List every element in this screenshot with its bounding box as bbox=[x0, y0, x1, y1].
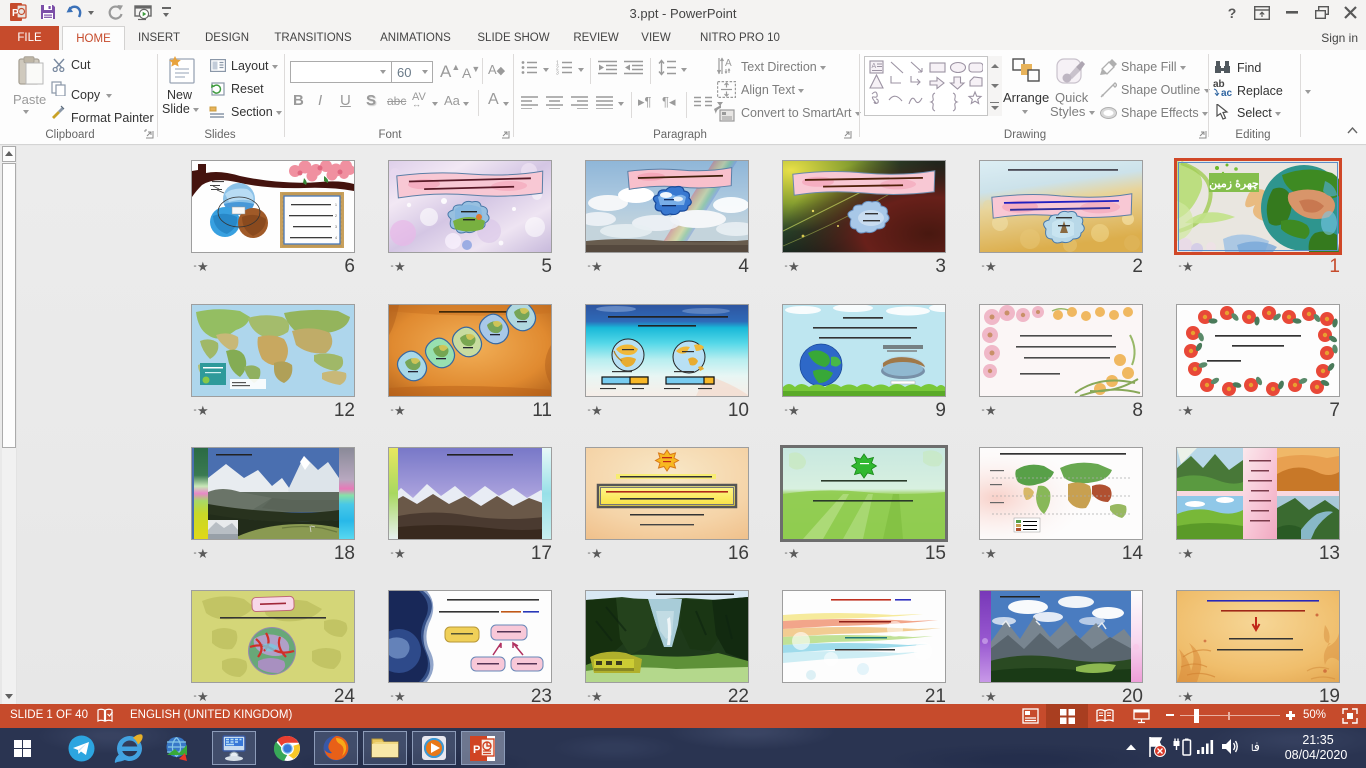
svg-text:3: 3 bbox=[556, 71, 559, 76]
svg-text:A: A bbox=[872, 63, 877, 70]
svg-text:A: A bbox=[725, 58, 732, 69]
svg-text:4: 4 bbox=[335, 236, 337, 240]
svg-text:3: 3 bbox=[335, 225, 337, 229]
svg-text:2: 2 bbox=[335, 214, 337, 218]
svg-text:چهرهٔ زمین: چهرهٔ زمین bbox=[1209, 178, 1259, 190]
svg-text:1: 1 bbox=[335, 203, 337, 207]
svg-text:P: P bbox=[473, 744, 480, 756]
